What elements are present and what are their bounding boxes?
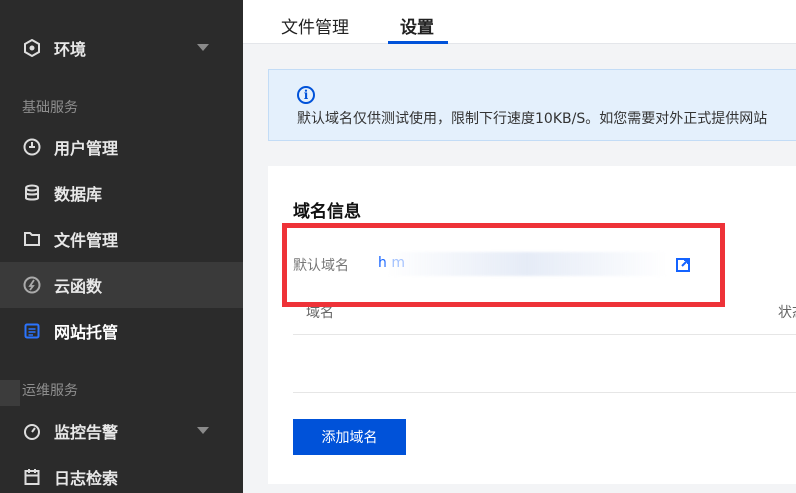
info-alert: i 默认域名仅供测试使用，限制下行速度10KB/S。如您需要对外正式提供网站 (268, 69, 796, 141)
sidebar-item-log-search[interactable]: 日志检索 (0, 454, 243, 493)
chevron-down-icon (197, 44, 209, 51)
sidebar-item-label: 日志检索 (54, 469, 119, 488)
add-domain-button[interactable]: 添加域名 (293, 419, 406, 455)
sidebar-item-monitoring[interactable]: 监控告警 (0, 408, 243, 454)
tab-settings[interactable]: 设置 (400, 13, 434, 38)
website-hosting-icon (22, 321, 42, 341)
sidebar-item-user-management[interactable]: 用户管理 (0, 124, 243, 170)
sidebar-item-label: 监控告警 (54, 423, 119, 442)
info-icon: i (297, 86, 315, 104)
sidebar-item-label: 云函数 (54, 277, 103, 296)
sidebar-item-file-management[interactable]: 文件管理 (0, 216, 243, 262)
domain-info-card: 域名信息 默认域名 h m 域名 状态 添加域名 (268, 166, 796, 484)
env-label: 环境 (54, 40, 87, 59)
sidebar-item-website-hosting[interactable]: 网站托管 (0, 308, 243, 354)
card-title: 域名信息 (293, 202, 361, 222)
sidebar-item-label: 数据库 (54, 185, 103, 204)
sidebar-item-label: 网站托管 (54, 323, 119, 342)
chevron-down-icon (197, 427, 209, 434)
database-icon (22, 183, 42, 203)
user-management-icon (22, 137, 42, 157)
folder-icon (22, 229, 42, 249)
column-header-status: 状态 (778, 305, 796, 321)
highlight-annotation-box (282, 223, 725, 307)
environment-icon (22, 38, 42, 58)
active-tab-indicator (388, 41, 448, 44)
tab-bar: 文件管理 设置 (243, 0, 796, 44)
sidebar: 环境 基础服务 用户管理 数据库 文件管理 云函数 网站托管 运维服务 监控告警… (0, 0, 243, 493)
log-search-icon (22, 467, 42, 487)
sidebar-item-cloud-function[interactable]: 云函数 (0, 262, 243, 308)
cloud-function-icon (22, 275, 42, 295)
alert-message: 默认域名仅供测试使用，限制下行速度10KB/S。如您需要对外正式提供网站 (297, 111, 768, 127)
sidebar-item-database[interactable]: 数据库 (0, 170, 243, 216)
env-selector[interactable]: 环境 (0, 25, 243, 71)
sidebar-item-label: 用户管理 (54, 139, 119, 158)
table-divider (293, 334, 796, 335)
group-label-ops: 运维服务 (22, 383, 78, 399)
group-label-basic: 基础服务 (22, 100, 78, 116)
sidebar-collapse-handle[interactable] (0, 380, 20, 406)
sidebar-item-label: 文件管理 (54, 231, 119, 250)
tab-file-management[interactable]: 文件管理 (281, 13, 349, 38)
monitor-icon (22, 421, 42, 441)
table-divider (293, 392, 796, 393)
